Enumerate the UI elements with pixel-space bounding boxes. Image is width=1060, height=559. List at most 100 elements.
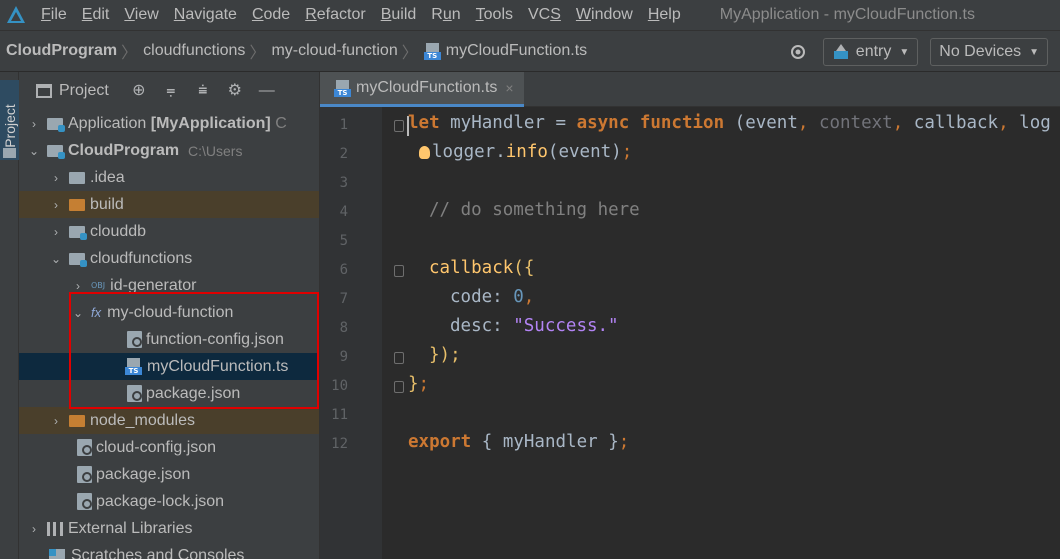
- breadcrumb-file-label: myCloudFunction.ts: [445, 42, 588, 59]
- tree-item-label: Application: [68, 114, 147, 132]
- menu-navigate[interactable]: Navigate: [174, 6, 237, 24]
- tree-item-path: C: [275, 114, 287, 132]
- tree-item-build[interactable]: › build: [19, 191, 319, 218]
- code-line-6: callback({: [429, 258, 535, 278]
- breadcrumb-separator-icon: 〉: [249, 45, 266, 62]
- code-line-4: // do something here: [429, 200, 640, 220]
- menu-refactor[interactable]: Refactor: [305, 6, 365, 24]
- breadcrumb-cloudfunctions[interactable]: cloudfunctions: [143, 42, 245, 60]
- fold-marker-icon[interactable]: [394, 265, 404, 277]
- run-configuration-label: entry: [855, 43, 892, 60]
- tree-item-package-lock-json[interactable]: package-lock.json: [19, 488, 319, 515]
- tree-item-label: node_modules: [90, 411, 195, 429]
- tree-item-label: CloudProgram: [68, 141, 180, 159]
- line-number: 5: [339, 233, 348, 249]
- breadcrumb-file[interactable]: TS myCloudFunction.ts: [423, 42, 588, 60]
- fold-marker-icon[interactable]: [394, 381, 404, 393]
- tree-item-clouddb[interactable]: › clouddb: [19, 218, 319, 245]
- expand-all-icon[interactable]: ⩦: [161, 81, 181, 101]
- editor-tab-label: myCloudFunction.ts: [356, 79, 498, 96]
- code-line-7: code: 0,: [450, 287, 535, 307]
- excluded-folder-icon: [69, 198, 85, 211]
- chevron-right-icon[interactable]: ›: [27, 522, 41, 536]
- chevron-right-icon[interactable]: ›: [71, 279, 85, 293]
- target-icon[interactable]: [789, 43, 807, 61]
- tree-item-label: build: [90, 195, 124, 213]
- tree-item-path: C:\Users: [188, 142, 243, 159]
- tree-item-cloudfunctions[interactable]: ⌄ cloudfunctions: [19, 245, 319, 272]
- device-label: No Devices: [939, 43, 1022, 60]
- tree-item-label: .idea: [90, 168, 125, 186]
- tree-item-cloudprogram[interactable]: ⌄ CloudProgram C:\Users: [19, 137, 319, 164]
- chevron-right-icon[interactable]: ›: [49, 198, 63, 212]
- line-number: 11: [331, 407, 348, 423]
- project-panel: Project ⊕ ⩦ ⩧ ⚙ — › Application [MyAppli…: [19, 72, 320, 559]
- window-title: MyApplication - myCloudFunction.ts: [719, 6, 975, 23]
- breadcrumb-separator-icon: 〉: [401, 45, 418, 62]
- tree-item-external-libraries[interactable]: › External Libraries: [19, 515, 319, 542]
- project-panel-title[interactable]: Project: [59, 82, 109, 100]
- gear-icon[interactable]: ⚙: [225, 81, 245, 101]
- select-opened-file-icon[interactable]: ⊕: [129, 81, 149, 101]
- editor-tab-bar: TS myCloudFunction.ts ×: [320, 72, 1060, 107]
- chevron-right-icon[interactable]: ›: [49, 414, 63, 428]
- menu-code[interactable]: Code: [252, 6, 290, 24]
- line-number: 9: [339, 349, 348, 365]
- entry-module-icon: [833, 44, 848, 59]
- chevron-right-icon[interactable]: ›: [49, 225, 63, 239]
- tree-item-scratches[interactable]: Scratches and Consoles: [19, 542, 319, 559]
- menu-help[interactable]: Help: [648, 6, 681, 24]
- navigation-bar: CloudProgram 〉 cloudfunctions 〉 my-cloud…: [0, 30, 1060, 72]
- lightbulb-icon[interactable]: [419, 146, 430, 159]
- device-dropdown[interactable]: No Devices ▼: [930, 38, 1048, 66]
- chevron-down-icon[interactable]: ⌄: [49, 252, 63, 266]
- breadcrumb-my-cloud-function[interactable]: my-cloud-function: [271, 42, 397, 60]
- chevron-right-icon[interactable]: ›: [49, 171, 63, 185]
- json-file-icon: [77, 439, 92, 456]
- menu-vcs[interactable]: VCS: [528, 6, 561, 24]
- project-tool-tab[interactable]: Project: [0, 80, 19, 160]
- json-file-icon: [77, 466, 92, 483]
- code-line-10: };: [408, 374, 430, 394]
- code-editor[interactable]: 1 2 3 4 5 6 7 8 9 10 11 12 let myHandler…: [320, 107, 1060, 559]
- fold-marker-icon[interactable]: [394, 120, 404, 132]
- chevron-right-icon[interactable]: ›: [27, 117, 41, 131]
- menu-view[interactable]: View: [124, 6, 158, 24]
- line-number: 1: [339, 117, 348, 133]
- breadcrumb-cloudprogram[interactable]: CloudProgram: [6, 42, 117, 60]
- close-icon[interactable]: ×: [505, 80, 513, 96]
- line-number: 10: [331, 378, 348, 394]
- tree-item-cloud-config-json[interactable]: cloud-config.json: [19, 434, 319, 461]
- folder-icon: [3, 148, 16, 158]
- tree-item-label: cloudfunctions: [90, 249, 193, 267]
- app-logo-icon: [5, 4, 27, 26]
- menu-edit[interactable]: Edit: [82, 6, 110, 24]
- menu-bar: File Edit View Navigate Code Refactor Bu…: [0, 0, 1060, 30]
- tree-item-label: cloud-config.json: [96, 438, 217, 456]
- line-number: 8: [339, 320, 348, 336]
- code-line-2: logger.info(event);: [432, 142, 633, 162]
- editor-tab-mycloudfunction[interactable]: TS myCloudFunction.ts ×: [320, 72, 524, 107]
- menu-build[interactable]: Build: [381, 6, 417, 24]
- menu-file[interactable]: File: [41, 6, 67, 24]
- tree-item-package-json-root[interactable]: package.json: [19, 461, 319, 488]
- ts-file-icon: TS: [423, 42, 441, 60]
- hide-panel-icon[interactable]: —: [257, 81, 277, 101]
- menu-window[interactable]: Window: [576, 6, 633, 24]
- libraries-icon: [47, 521, 63, 536]
- excluded-folder-icon: [69, 414, 85, 427]
- scratches-icon: [49, 548, 65, 559]
- menu-tools[interactable]: Tools: [476, 6, 513, 24]
- tree-item-node-modules[interactable]: › node_modules: [19, 407, 319, 434]
- line-number: 4: [339, 204, 348, 220]
- collapse-all-icon[interactable]: ⩧: [193, 81, 213, 101]
- left-tool-strip: Project: [0, 72, 19, 559]
- fold-marker-icon[interactable]: [394, 352, 404, 364]
- menu-run[interactable]: Run: [431, 6, 460, 24]
- line-number: 12: [331, 436, 348, 452]
- code-line-12: export { myHandler };: [408, 432, 630, 452]
- chevron-down-icon[interactable]: ⌄: [27, 144, 41, 158]
- run-configuration-dropdown[interactable]: entry ▼: [822, 38, 919, 66]
- tree-item-idea[interactable]: › .idea: [19, 164, 319, 191]
- tree-item-application[interactable]: › Application [MyApplication] C: [19, 110, 319, 137]
